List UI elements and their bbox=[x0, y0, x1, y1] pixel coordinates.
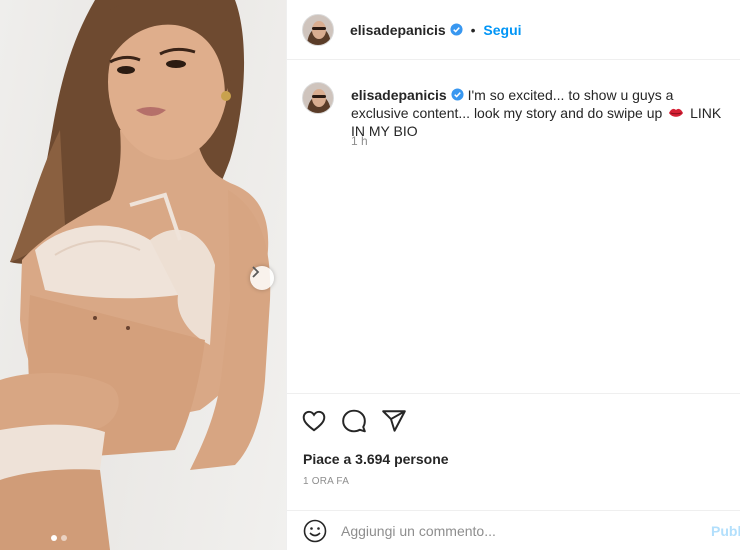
heart-icon[interactable] bbox=[301, 408, 327, 434]
header-user-line: elisadepanicis • Segui bbox=[350, 22, 522, 38]
add-comment-bar: Pubb bbox=[287, 510, 740, 550]
author-username[interactable]: elisadepanicis bbox=[350, 22, 446, 38]
post-photo bbox=[0, 0, 271, 550]
emoji-smiley-icon[interactable] bbox=[303, 519, 327, 543]
likes-count[interactable]: Piace a 3.694 persone bbox=[303, 451, 449, 467]
avatar-image bbox=[303, 15, 333, 45]
carousel-dot-active bbox=[51, 535, 57, 541]
verified-badge-icon bbox=[450, 23, 463, 36]
caption-text-block: elisadepanicis I'm so excited... to show… bbox=[351, 86, 731, 140]
carousel-indicator bbox=[0, 535, 286, 541]
verified-badge-icon bbox=[451, 88, 464, 101]
author-avatar[interactable] bbox=[302, 14, 334, 46]
carousel-dot bbox=[61, 535, 67, 541]
carousel-next-button[interactable] bbox=[250, 266, 274, 290]
chevron-right-icon bbox=[252, 266, 260, 278]
caption-avatar[interactable] bbox=[302, 82, 334, 114]
post-media-carousel[interactable] bbox=[0, 0, 286, 550]
avatar-image bbox=[303, 83, 333, 113]
post-header: elisadepanicis • Segui bbox=[287, 0, 740, 60]
post-timestamp[interactable]: 1 ORA FA bbox=[303, 476, 349, 487]
comment-input[interactable] bbox=[341, 520, 681, 542]
post-details-panel: elisadepanicis • Segui elisadepanicis I'… bbox=[286, 0, 740, 550]
header-separator: • bbox=[470, 22, 476, 38]
follow-button[interactable]: Segui bbox=[483, 22, 521, 38]
publish-comment-button[interactable]: Pubb bbox=[711, 523, 740, 539]
lips-emoji-icon bbox=[669, 108, 684, 117]
paper-plane-icon[interactable] bbox=[381, 408, 407, 434]
comment-bubble-icon[interactable] bbox=[341, 408, 367, 434]
caption-username[interactable]: elisadepanicis bbox=[351, 87, 447, 103]
caption-time[interactable]: 1 h bbox=[351, 134, 368, 148]
post-actions-bar bbox=[287, 393, 740, 451]
